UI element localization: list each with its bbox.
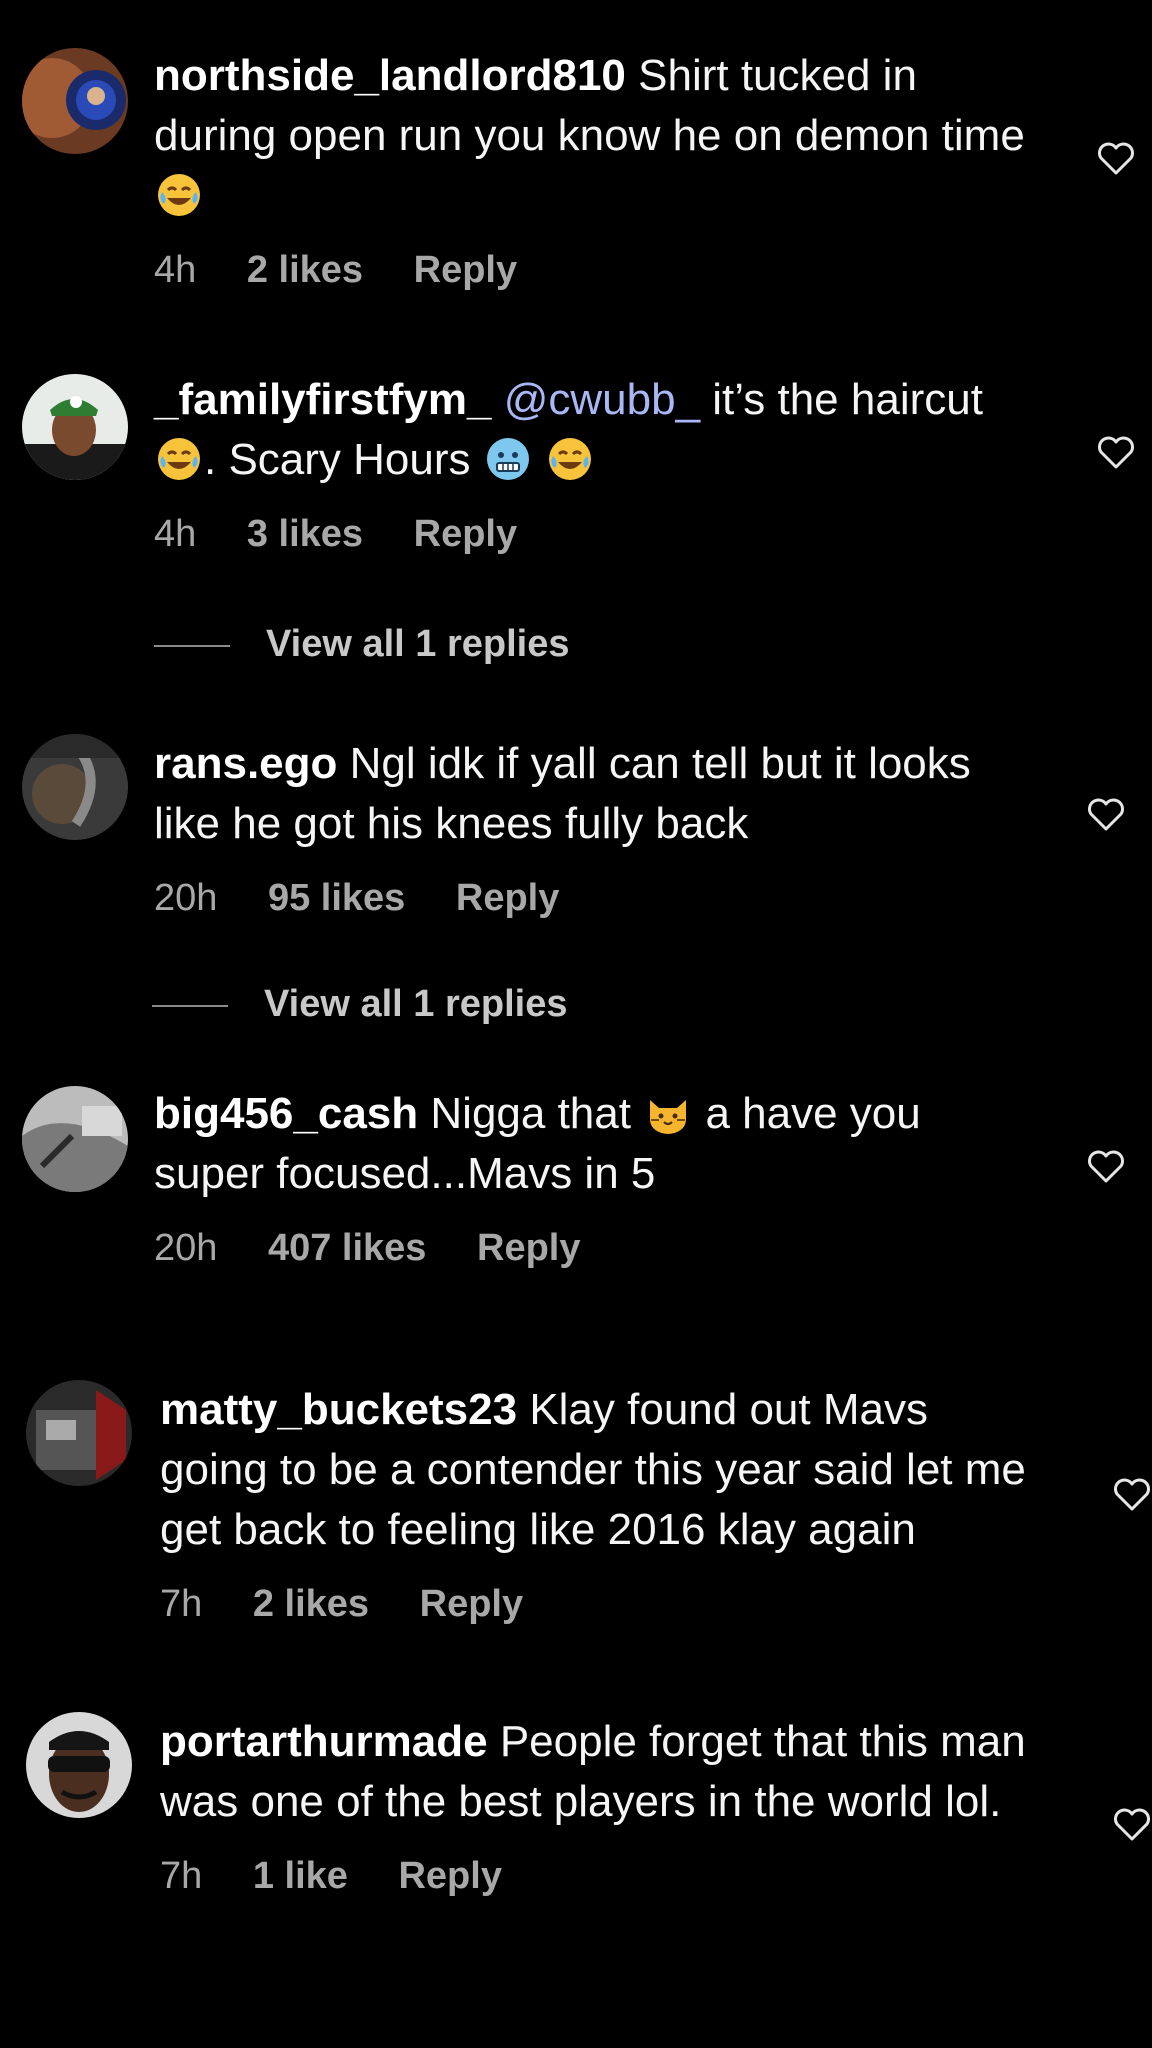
- view-replies-button[interactable]: View all 1 replies: [154, 620, 569, 668]
- likes-count[interactable]: 95 likes: [268, 874, 405, 922]
- reply-button[interactable]: Reply: [398, 1852, 501, 1900]
- timestamp: 4h: [154, 513, 197, 555]
- heart-outline-icon[interactable]: [1096, 434, 1136, 470]
- comment-body-continued: . Scary Hours: [204, 435, 471, 484]
- cat-face-icon: [650, 1100, 687, 1134]
- reply-button[interactable]: Reply: [477, 1224, 580, 1272]
- avatar[interactable]: [26, 1712, 132, 1818]
- comment-text: northside_landlord810 Shirt tucked in du…: [154, 46, 1034, 226]
- avatar[interactable]: [22, 374, 128, 480]
- username[interactable]: portarthurmade: [160, 1717, 488, 1766]
- reply-button[interactable]: Reply: [456, 874, 559, 922]
- timestamp: 7h: [160, 1855, 203, 1897]
- replies-divider: [152, 1004, 228, 1007]
- username[interactable]: _familyfirstfym_: [154, 375, 491, 424]
- reply-button[interactable]: Reply: [420, 1580, 523, 1628]
- heart-outline-icon[interactable]: [1086, 796, 1126, 832]
- comment-meta: 20h 95 likes Reply: [154, 874, 1034, 922]
- username[interactable]: big456_cash: [154, 1089, 418, 1138]
- view-replies-label: View all 1 replies: [264, 983, 568, 1025]
- view-replies-button[interactable]: View all 1 replies: [152, 980, 567, 1028]
- reply-button[interactable]: Reply: [414, 510, 517, 558]
- username[interactable]: matty_buckets23: [160, 1385, 517, 1434]
- likes-count[interactable]: 3 likes: [247, 510, 363, 558]
- comment-meta: 20h 407 likes Reply: [154, 1224, 1034, 1272]
- timestamp: 4h: [154, 249, 197, 291]
- avatar[interactable]: [22, 1086, 128, 1192]
- username[interactable]: rans.ego: [154, 739, 337, 788]
- comment-meta: 7h 2 likes Reply: [160, 1580, 1040, 1628]
- face-with-tears-of-joy-icon: [548, 438, 591, 480]
- timestamp: 7h: [160, 1583, 203, 1625]
- face-with-tears-of-joy-icon: [158, 174, 200, 216]
- comment-text: matty_buckets23 Klay found out Mavs goin…: [160, 1380, 1040, 1560]
- heart-outline-icon[interactable]: [1096, 140, 1136, 176]
- comment-meta: 4h 2 likes Reply: [154, 246, 1034, 294]
- timestamp: 20h: [154, 1227, 218, 1269]
- comment-meta: 4h 3 likes Reply: [154, 510, 1034, 558]
- heart-outline-icon[interactable]: [1112, 1806, 1152, 1842]
- reply-button[interactable]: Reply: [414, 246, 517, 294]
- face-with-tears-of-joy-icon: [158, 438, 200, 480]
- timestamp: 20h: [154, 877, 218, 919]
- likes-count[interactable]: 2 likes: [253, 1580, 369, 1628]
- comment-text: portarthurmade People forget that this m…: [160, 1712, 1040, 1832]
- avatar[interactable]: [26, 1380, 132, 1486]
- comment-text: _familyfirstfym_ @cwubb_ it’s the haircu…: [154, 370, 1034, 490]
- avatar[interactable]: [22, 734, 128, 840]
- cold-face-icon: [486, 438, 529, 480]
- view-replies-label: View all 1 replies: [266, 623, 570, 665]
- likes-count[interactable]: 1 like: [253, 1852, 348, 1900]
- comment-body: it’s the haircut: [712, 375, 983, 424]
- heart-outline-icon[interactable]: [1112, 1476, 1152, 1512]
- mention-link[interactable]: @cwubb_: [504, 375, 700, 424]
- comment-text: rans.ego Ngl idk if yall can tell but it…: [154, 734, 1034, 854]
- comment-body: Nigga that: [430, 1089, 631, 1138]
- likes-count[interactable]: 407 likes: [268, 1224, 426, 1272]
- heart-outline-icon[interactable]: [1086, 1148, 1126, 1184]
- avatar[interactable]: [22, 48, 128, 154]
- comment-text: big456_cash Nigga that a have you super …: [154, 1084, 1034, 1204]
- username[interactable]: northside_landlord810: [154, 51, 626, 100]
- comment-meta: 7h 1 like Reply: [160, 1852, 1040, 1900]
- replies-divider: [154, 644, 230, 647]
- likes-count[interactable]: 2 likes: [247, 246, 363, 294]
